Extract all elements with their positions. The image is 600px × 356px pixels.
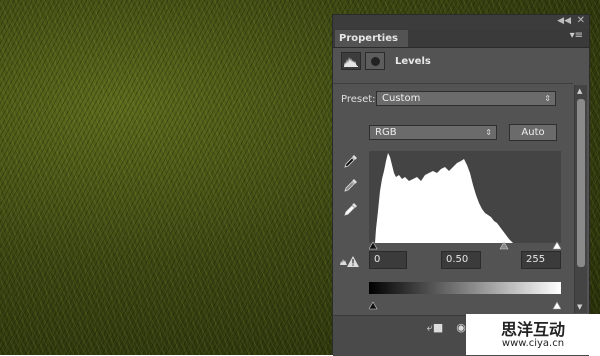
clipping-warning-icon[interactable] bbox=[339, 253, 361, 269]
watermark-url: www.ciya.cn bbox=[501, 338, 565, 349]
scrollbar-thumb[interactable] bbox=[577, 99, 585, 267]
mask-icon[interactable] bbox=[365, 52, 385, 70]
divider bbox=[333, 83, 573, 84]
preset-label: Preset: bbox=[341, 94, 376, 105]
histogram-fill bbox=[375, 153, 513, 243]
midtone-slider[interactable] bbox=[499, 241, 509, 250]
output-white-slider[interactable] bbox=[552, 301, 562, 310]
histogram-graph bbox=[375, 153, 513, 243]
updown-arrows-icon: ⇕ bbox=[485, 128, 492, 137]
watermark: 思洋互动 www.ciya.cn bbox=[466, 314, 600, 355]
input-midtone-field[interactable]: 0.50 bbox=[441, 251, 481, 269]
panel-menu-icon[interactable]: ▾≡ bbox=[570, 30, 583, 41]
eyedropper-gray-icon[interactable] bbox=[343, 177, 359, 193]
input-levels-slider[interactable] bbox=[368, 235, 562, 250]
eyedropper-white-icon[interactable] bbox=[343, 201, 359, 217]
updown-arrows-icon: ⇕ bbox=[544, 94, 551, 103]
preset-select[interactable]: Custom ⇕ bbox=[376, 91, 556, 106]
adjustment-title: Levels bbox=[395, 56, 431, 67]
auto-button[interactable]: Auto bbox=[509, 124, 557, 141]
channel-select[interactable]: RGB ⇕ bbox=[369, 125, 497, 140]
input-white-field[interactable]: 255 bbox=[521, 251, 561, 269]
output-levels-gradient bbox=[369, 282, 561, 294]
input-black-field[interactable]: 0 bbox=[369, 251, 407, 269]
properties-panel: ◀◀ ✕ Properties ▾≡ Levels ▲ ▼ Preset: Cu… bbox=[332, 14, 590, 356]
white-point-slider[interactable] bbox=[552, 241, 562, 250]
histogram-icon[interactable] bbox=[341, 52, 361, 70]
tab-properties[interactable]: Properties bbox=[335, 30, 408, 47]
watermark-title: 思洋互动 bbox=[500, 320, 565, 339]
black-point-slider[interactable] bbox=[368, 241, 378, 250]
adjustment-header: Levels bbox=[333, 48, 589, 78]
scroll-up-arrow-icon[interactable]: ▲ bbox=[577, 87, 582, 95]
clip-to-layer-icon[interactable]: ⤶■ bbox=[425, 320, 445, 336]
panel-tab-bar: Properties ▾≡ bbox=[333, 29, 589, 48]
close-icon[interactable]: ✕ bbox=[577, 15, 585, 26]
channel-value: RGB bbox=[375, 127, 397, 138]
panel-scrollbar[interactable]: ▲ ▼ bbox=[574, 85, 587, 313]
output-levels-slider[interactable] bbox=[368, 295, 562, 310]
eyedropper-black-icon[interactable] bbox=[343, 153, 359, 169]
scroll-down-arrow-icon[interactable]: ▼ bbox=[577, 303, 582, 311]
histogram bbox=[369, 151, 561, 243]
output-black-slider[interactable] bbox=[368, 301, 378, 310]
preset-value: Custom bbox=[382, 93, 421, 104]
panel-top-strip: ◀◀ ✕ bbox=[333, 15, 589, 29]
collapse-double-arrow-icon[interactable]: ◀◀ bbox=[557, 16, 571, 26]
